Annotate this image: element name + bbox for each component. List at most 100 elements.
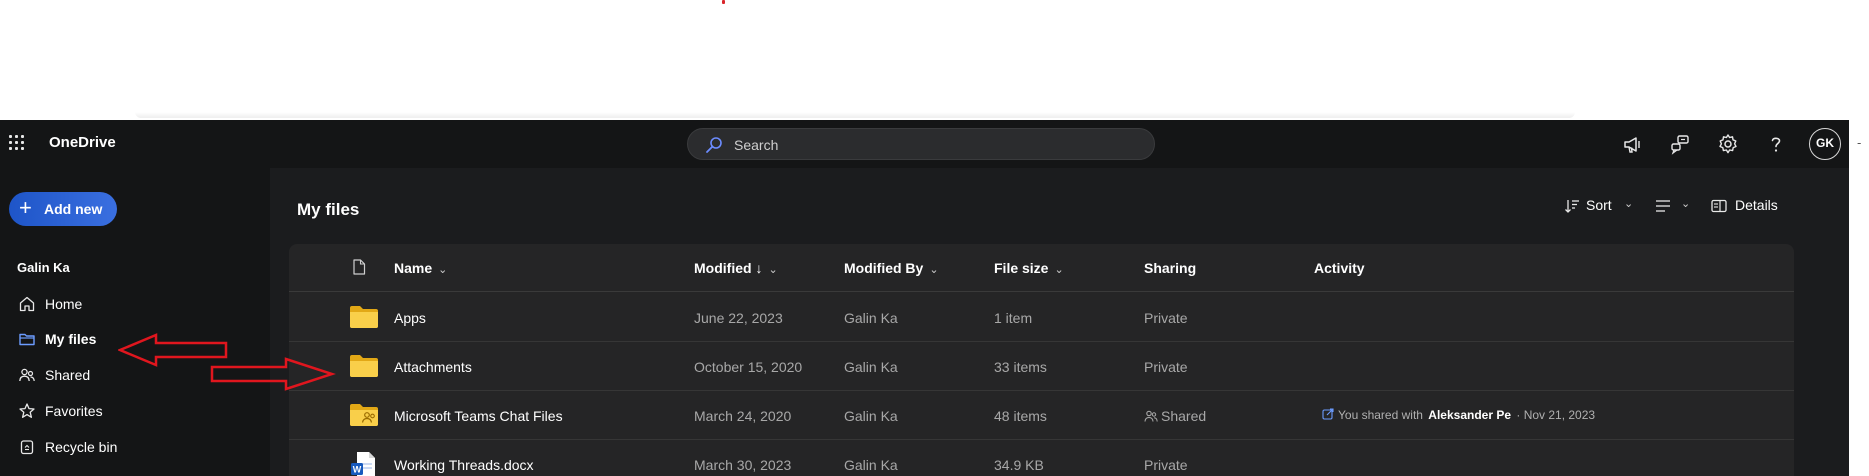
window-edge-mark: -: [1857, 136, 1862, 150]
sidebar-item-favorites[interactable]: Favorites: [14, 396, 214, 426]
file-name[interactable]: Working Threads.docx: [394, 457, 534, 473]
help-icon[interactable]: [1764, 132, 1788, 156]
column-label: Sharing: [1144, 260, 1197, 276]
modified-date: October 15, 2020: [694, 359, 803, 375]
column-header-file-size[interactable]: File size ⌄: [994, 260, 1064, 276]
sort-button[interactable]: Sort ⌄: [1564, 196, 1644, 218]
column-header-name[interactable]: Name ⌄: [394, 260, 447, 276]
view-options-button[interactable]: ⌄: [1655, 196, 1695, 218]
file-name[interactable]: Attachments: [394, 359, 472, 375]
activity-date: · Nov 21, 2023: [1516, 408, 1596, 422]
file-size: 33 items: [994, 359, 1047, 375]
table-row[interactable]: Attachments October 15, 2020 Galin Ka 33…: [289, 342, 1794, 391]
add-new-label: Add new: [44, 201, 103, 217]
column-label: Modified By: [844, 260, 924, 276]
table-header: Name ⌄ Modified ↓ ⌄ Modified By ⌄ File size…: [289, 244, 1794, 292]
activity-person[interactable]: Aleksander Pe: [1428, 408, 1511, 422]
files-table: Name ⌄ Modified ↓ ⌄ Modified By ⌄ File size…: [289, 244, 1794, 476]
sidebar-item-label: Favorites: [45, 403, 103, 419]
add-new-button[interactable]: + Add new: [9, 192, 117, 226]
search-box[interactable]: [687, 128, 1155, 160]
sidebar-item-recycle-bin[interactable]: Recycle bin: [14, 432, 214, 462]
sidebar-user-name: Galin Ka: [17, 260, 70, 275]
plus-icon: +: [19, 195, 32, 220]
modified-date: March 24, 2020: [694, 408, 792, 424]
sharing-status: Shared: [1144, 408, 1206, 424]
recycle-bin-icon: [18, 438, 36, 456]
file-name[interactable]: Apps: [394, 310, 426, 326]
sidebar-item-label: Home: [45, 296, 83, 312]
chevron-down-icon: ⌄: [1681, 198, 1691, 210]
modified-by: Galin Ka: [844, 408, 898, 424]
waffle-icon[interactable]: [9, 135, 25, 151]
chevron-down-icon: ⌄: [1624, 198, 1634, 210]
feedback-icon[interactable]: [1668, 132, 1692, 156]
folder-icon: [349, 354, 379, 378]
screenshot-page: OneDrive GK + Add ne: [0, 0, 1869, 476]
onedrive-app: OneDrive GK + Add ne: [0, 120, 1849, 476]
file-size: 34.9 KB: [994, 457, 1044, 473]
sidebar-item-home[interactable]: Home: [14, 289, 214, 319]
share-arrow-icon: [1322, 408, 1334, 420]
top-bar: OneDrive GK: [0, 120, 1849, 168]
table-row[interactable]: Apps June 22, 2023 Galin Ka 1 item Priva…: [289, 293, 1794, 342]
search-icon: [704, 135, 724, 155]
sidebar-item-label: My files: [45, 331, 97, 347]
file-size: 1 item: [994, 310, 1033, 326]
modified-date: March 30, 2023: [694, 457, 792, 473]
star-icon: [18, 402, 36, 420]
table-row[interactable]: Microsoft Teams Chat Files March 24, 202…: [289, 391, 1794, 440]
sharing-label: Shared: [1161, 408, 1207, 424]
file-name[interactable]: Microsoft Teams Chat Files: [394, 408, 563, 424]
column-label: Modified: [694, 260, 752, 276]
activity-prefix: You shared with: [1338, 408, 1423, 422]
column-label: Name: [394, 260, 433, 276]
window-edge: [1849, 120, 1869, 476]
column-header-modified-by[interactable]: Modified By ⌄: [844, 260, 939, 276]
sidebar-item-label: Shared: [45, 367, 91, 383]
avatar[interactable]: GK: [1809, 128, 1841, 160]
folder-icon: [18, 330, 36, 348]
column-header-modified[interactable]: Modified ↓ ⌄: [694, 260, 778, 276]
browser-blank-area: [0, 0, 1869, 118]
column-label: File size: [994, 260, 1049, 276]
chevron-down-icon: ⌄: [438, 264, 448, 276]
sort-label: Sort: [1586, 197, 1612, 213]
sharing-status: Private: [1144, 457, 1188, 473]
details-button[interactable]: Details: [1711, 196, 1801, 218]
chevron-down-icon: ⌄: [1054, 264, 1064, 276]
megaphone-icon[interactable]: [1621, 132, 1645, 156]
app-name[interactable]: OneDrive: [49, 134, 116, 151]
word-document-icon: W: [349, 452, 379, 476]
modified-by: Galin Ka: [844, 457, 898, 473]
folder-icon: [349, 305, 379, 329]
people-icon: [1144, 410, 1158, 422]
top-panel-shadow: [135, 112, 1575, 118]
file-type-icon[interactable]: [352, 259, 366, 280]
activity-entry[interactable]: You shared with Aleksander Pe · Nov 21, …: [1322, 408, 1595, 422]
details-pane-icon: [1711, 199, 1727, 213]
details-label: Details: [1735, 197, 1778, 213]
file-size: 48 items: [994, 408, 1047, 424]
list-view-icon: [1656, 200, 1670, 212]
search-input[interactable]: [734, 137, 1114, 153]
column-label: Activity: [1314, 260, 1365, 276]
table-row[interactable]: W Working Threads.docx March 30, 2023 Ga…: [289, 440, 1794, 476]
main-content: My files Sort ⌄ ⌄ Details Name ⌄ Modifie…: [270, 168, 1849, 476]
shared-folder-icon: [349, 403, 379, 427]
annotation-arrow-right: [210, 357, 336, 391]
modified-date: June 22, 2023: [694, 310, 783, 326]
sidebar-item-label: Recycle bin: [45, 439, 118, 455]
svg-text:W: W: [353, 465, 362, 475]
column-header-activity[interactable]: Activity: [1314, 260, 1365, 276]
home-icon: [18, 295, 36, 313]
sharing-status: Private: [1144, 359, 1188, 375]
modified-by: Galin Ka: [844, 359, 898, 375]
chevron-down-icon: ⌄: [768, 264, 778, 276]
gear-icon[interactable]: [1716, 132, 1740, 156]
sort-icon: [1565, 200, 1579, 213]
column-header-sharing[interactable]: Sharing: [1144, 260, 1196, 276]
red-dot-mark: [722, 0, 725, 4]
sharing-status: Private: [1144, 310, 1188, 326]
people-icon: [18, 366, 36, 384]
